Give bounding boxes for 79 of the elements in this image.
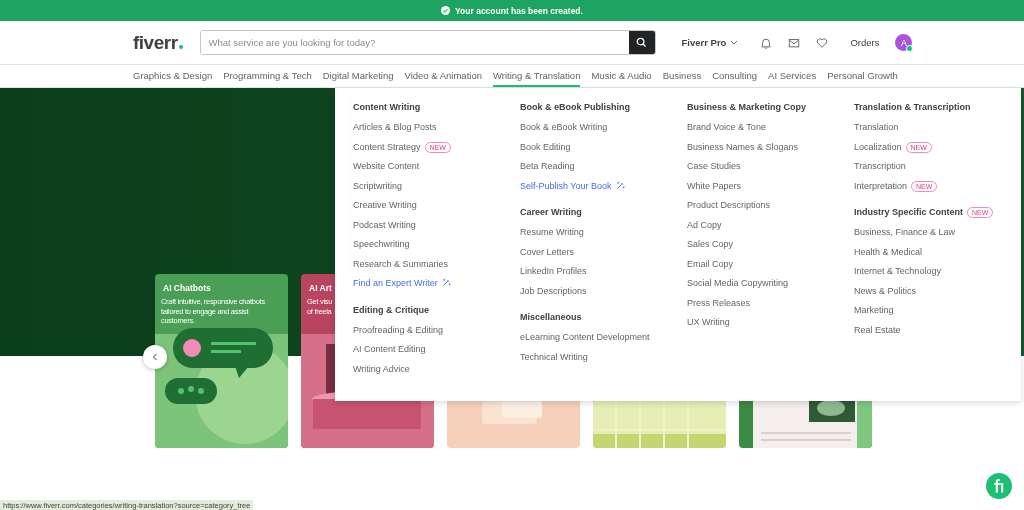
menu-item[interactable]: Real Estate [854,323,901,336]
menu-item[interactable]: Website Content [353,160,420,172]
menu-heading: Career Writing [520,207,582,217]
magic-wand-icon [615,180,625,190]
menu-heading: Miscellaneous [520,312,582,322]
menu-item[interactable]: Resume Writing [520,226,584,238]
menu-item[interactable]: Brand Voice & Tone [687,121,766,133]
menu-link[interactable]: Find an Expert Writer [353,277,438,289]
category-tab[interactable]: Programming & Tech [223,65,312,87]
banner-message: Your account has been created. [455,5,583,16]
menu-item[interactable]: Business Names & Slogans [687,140,799,153]
menu-item[interactable]: Localization [854,140,902,153]
category-tab[interactable]: Digital Marketing [322,65,394,87]
menu-heading: Editing & Critique [353,304,429,315]
search-icon [636,37,648,48]
menu-item[interactable]: Proofreading & Editing [353,323,444,336]
menu-heading: Industry Specific Content [854,207,963,217]
menu-item[interactable]: LinkedIn Profiles [520,265,587,277]
menu-item[interactable]: Interpretation [854,179,908,192]
menu-item[interactable]: Articles & Blog Posts [353,121,437,133]
menu-item[interactable]: Internet & Technology [854,265,941,277]
menu-item[interactable]: Technical Writing [520,350,588,363]
magic-wand-icon [441,278,451,287]
category-tab[interactable]: Graphics & Design [133,65,213,87]
menu-item[interactable]: Health & Medical [854,245,923,258]
search-field[interactable]: What service are you looking for today? [199,30,656,55]
card-title: AI Art [309,283,332,293]
menu-item[interactable]: Transcription [854,160,906,172]
menu-item[interactable]: UX Writing [687,316,730,328]
category-tab[interactable]: Music & Audio [591,65,652,87]
category-tab[interactable]: Personal Growth [827,65,898,87]
menu-heading: Business & Marketing Copy [687,102,807,112]
menu-heading: Translation & Transcription [854,102,971,112]
menu-item[interactable]: Book Editing [520,140,571,153]
menu-item[interactable]: Writing Advice [353,362,410,375]
avatar[interactable]: A [895,34,913,51]
pro-menu[interactable]: Fiverr Pro [681,37,739,48]
check-circle-icon [441,6,451,15]
category-tab[interactable]: Video & Animation [404,65,482,87]
menu-item[interactable]: Press Releases [687,296,751,309]
menu-item[interactable]: Marketing [854,304,894,316]
menu-item[interactable]: Sales Copy [687,238,734,250]
menu-item[interactable]: Ad Copy [687,218,722,231]
menu-item[interactable]: Scriptwriting [353,179,402,192]
menu-item[interactable]: AI Content Editing [353,343,426,355]
menu-item[interactable]: White Papers [687,179,742,192]
menu-item[interactable]: Product Descriptions [687,199,771,211]
envelope-icon[interactable] [788,36,801,49]
menu-heading: Book & eBook Publishing [520,102,630,112]
menu-item[interactable]: Creative Writing [353,199,417,211]
bell-icon[interactable] [760,36,773,49]
menu-item[interactable]: Research & Summaries [353,257,449,270]
chevron-left-icon [152,353,158,361]
search-button[interactable] [628,31,655,54]
menu-heading: Content Writing [353,102,421,112]
heart-icon[interactable] [816,36,829,49]
menu-item[interactable]: Cover Letters [520,245,575,258]
orders-link[interactable]: Orders [850,37,880,48]
menu-item[interactable]: Email Copy [687,257,733,270]
card-title: AI Chatbots [163,283,211,293]
category-tab[interactable]: Consulting [712,65,758,87]
logo-icon [986,473,1012,499]
menu-item[interactable]: Speechwriting [353,238,410,250]
menu-item[interactable]: Job Descriptions [520,284,587,297]
category-tab[interactable]: AI Services [768,65,817,87]
menu-item[interactable]: Translation [854,121,899,133]
logo[interactable]: fiverr [133,31,183,54]
menu-item[interactable]: News & Politics [854,284,916,297]
category-tab[interactable]: Business [662,65,702,87]
menu-link[interactable]: Self-Publish Your Book [520,179,612,192]
chevron-down-icon [730,40,739,45]
menu-item[interactable]: Book & eBook Writing [520,121,608,133]
menu-item[interactable]: Case Studies [687,160,741,172]
menu-item[interactable]: Business, Finance & Law [854,226,956,238]
menu-item[interactable]: Podcast Writing [353,218,416,231]
menu-item[interactable]: Social Media Copywriting [687,277,789,289]
menu-item[interactable]: Beta Reading [520,160,575,172]
menu-item[interactable]: eLearning Content Development [520,331,650,343]
menu-item[interactable]: Content Strategy [353,140,421,153]
